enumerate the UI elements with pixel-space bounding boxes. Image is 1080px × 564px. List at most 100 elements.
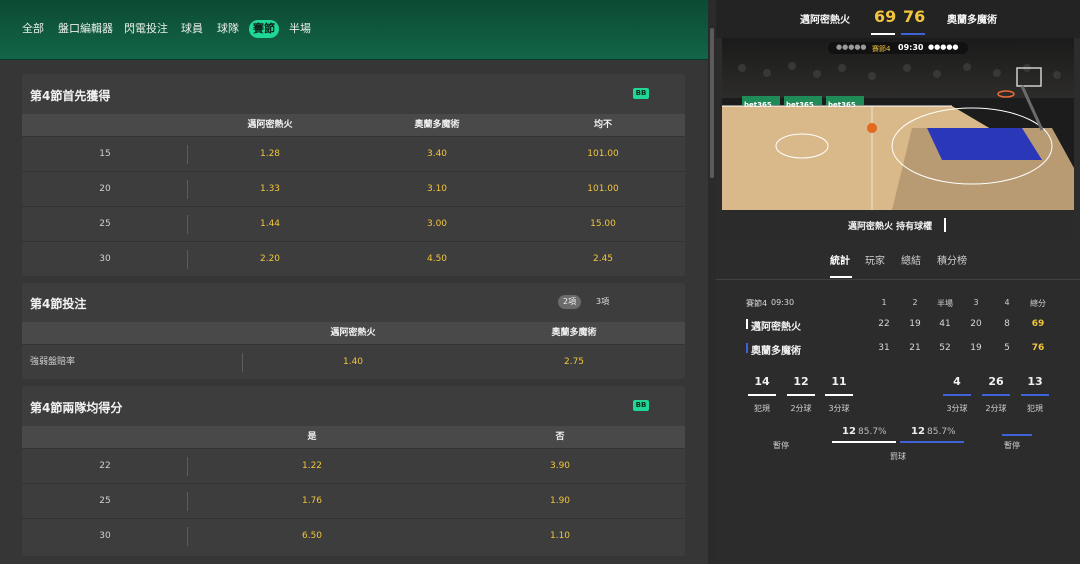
period-label: 賽節4 [872, 45, 891, 53]
tab-stats[interactable]: 統計 [830, 252, 850, 267]
odds-button[interactable]: 3.40 [427, 137, 447, 172]
bet-builder-badge: BB [633, 400, 649, 411]
row-divider [187, 250, 188, 269]
column-header: 均不 [593, 120, 613, 130]
market-q4-both-score: 第4節兩隊均得分 BB 是 否 22 1.22 3.90 25 1.76 1.9… [22, 386, 685, 556]
odds-button[interactable]: 4.50 [427, 242, 447, 276]
tab-summary[interactable]: 總結 [901, 252, 921, 267]
tab-teams[interactable]: 球隊 [217, 20, 239, 38]
timeouts-label: 暫停 [1004, 441, 1020, 450]
court-graphic [722, 38, 1074, 210]
box-period-label: 賽節4 [746, 299, 768, 308]
free-throws-pct: 85.7% [927, 427, 956, 437]
bet-builder-badge: BB [633, 88, 649, 99]
scrollbar[interactable] [708, 0, 716, 564]
quarter-score: 21 [909, 343, 921, 353]
market-row: 30 2.20 4.50 2.45 [22, 241, 685, 276]
odds-button[interactable]: 101.00 [587, 172, 619, 207]
tab-players[interactable]: 球員 [181, 20, 203, 38]
tab-half[interactable]: 半場 [289, 20, 311, 38]
odds-button[interactable]: 1.33 [260, 172, 280, 207]
stat-label: 犯規 [754, 404, 770, 413]
odds-button[interactable]: 2.75 [564, 345, 584, 379]
tab-bet-builder[interactable]: 盤口編輯器 [58, 20, 113, 38]
scrollbar-thumb[interactable] [710, 28, 714, 178]
market-title[interactable]: 第4節投注 [30, 295, 86, 312]
column-header: 總分 [1030, 299, 1046, 308]
column-header: 1 [881, 298, 887, 307]
odds-button[interactable]: 3.90 [550, 449, 570, 484]
stat-value: 4 [953, 375, 961, 388]
tab-standings[interactable]: 積分榜 [937, 252, 967, 267]
odds-button[interactable]: 2.20 [260, 242, 280, 276]
timeouts-label: 暫停 [773, 441, 789, 450]
free-throws-made: 12 [911, 426, 925, 437]
market-header-row: 邁阿密熱火 奧蘭多魔術 均不 [22, 114, 685, 136]
free-throws-pct: 85.7% [858, 427, 887, 437]
game-clock: 09:30 [898, 43, 924, 52]
odds-button[interactable]: 2.45 [593, 242, 613, 276]
scoreboard-header: 邁阿密熱火 69 76 奧蘭多魔術 [716, 0, 1080, 38]
possession-indicator [944, 218, 946, 232]
market-row: 25 1.76 1.90 [22, 483, 685, 518]
column-header: 半場 [937, 299, 953, 308]
column-header: 奧蘭多魔術 [551, 328, 597, 338]
option-2-way[interactable]: 2項 [558, 295, 582, 309]
odds-button[interactable]: 1.44 [260, 207, 280, 242]
column-header: 4 [1004, 298, 1010, 307]
quarter-score: 20 [970, 319, 982, 329]
home-team-name: 邁阿密熱火 [800, 15, 850, 26]
stat-label: 3分球 [946, 404, 968, 413]
column-header: 否 [555, 432, 565, 442]
tab-quarters[interactable]: 賽節 [249, 20, 279, 38]
points-label: 15 [99, 149, 111, 159]
tab-quick-bet[interactable]: 閃電投注 [124, 20, 168, 38]
stat-bar [748, 394, 776, 396]
stat-label: 2分球 [790, 404, 812, 413]
market-row: 強弱盤賠率 1.40 2.75 [22, 344, 685, 379]
market-title[interactable]: 第4節兩隊均得分 [30, 399, 122, 416]
stat-bar [787, 394, 815, 396]
box-team-name: 奧蘭多魔術 [751, 346, 801, 357]
stat-value: 13 [1027, 375, 1043, 388]
team-color-marker [746, 319, 748, 329]
ad-board-text: bet365 [744, 101, 772, 109]
odds-button[interactable]: 6.50 [302, 519, 322, 554]
odds-button[interactable]: 3.00 [427, 207, 447, 242]
odds-button[interactable]: 1.22 [302, 449, 322, 484]
total-score: 69 [1031, 319, 1045, 329]
odds-button[interactable]: 1.90 [550, 484, 570, 519]
timeouts-bar [1002, 434, 1032, 436]
stat-value: 11 [831, 375, 847, 388]
stat-value: 26 [988, 375, 1004, 388]
odds-button[interactable]: 1.76 [302, 484, 322, 519]
stat-value: 12 [793, 375, 809, 388]
odds-button[interactable]: 3.10 [427, 172, 447, 207]
away-score: 76 [903, 7, 926, 26]
column-header: 3 [973, 298, 979, 307]
stat-label: 3分球 [828, 404, 850, 413]
market-category-tabs: 全部 盤口編輯器 閃電投注 球員 球隊 賽節 半場 [0, 0, 708, 60]
quarter-score: 19 [970, 343, 982, 353]
column-header: 2 [912, 298, 918, 307]
odds-button[interactable]: 1.40 [343, 345, 363, 379]
odds-button[interactable]: 1.10 [550, 519, 570, 554]
quarter-score: 31 [878, 343, 890, 353]
odds-button[interactable]: 101.00 [587, 137, 619, 172]
tab-players[interactable]: 玩家 [865, 252, 885, 267]
free-throws-bar [900, 441, 964, 443]
total-score: 76 [1031, 343, 1045, 353]
possession-bar: 邁阿密熱火 持有球權 [722, 210, 1074, 240]
option-3-way[interactable]: 3項 [591, 295, 614, 309]
home-score: 69 [874, 7, 897, 26]
tab-all[interactable]: 全部 [22, 20, 44, 38]
away-team-name: 奧蘭多魔術 [947, 15, 997, 26]
market-row: 20 1.33 3.10 101.00 [22, 171, 685, 206]
market-row: 15 1.28 3.40 101.00 [22, 136, 685, 171]
odds-button[interactable]: 15.00 [590, 207, 616, 242]
stat-bar [1021, 394, 1049, 396]
odds-button[interactable]: 1.28 [260, 137, 280, 172]
points-label: 30 [99, 254, 111, 264]
market-title[interactable]: 第4節首先獲得 [30, 87, 110, 104]
column-header: 邁阿密熱火 [247, 120, 293, 130]
